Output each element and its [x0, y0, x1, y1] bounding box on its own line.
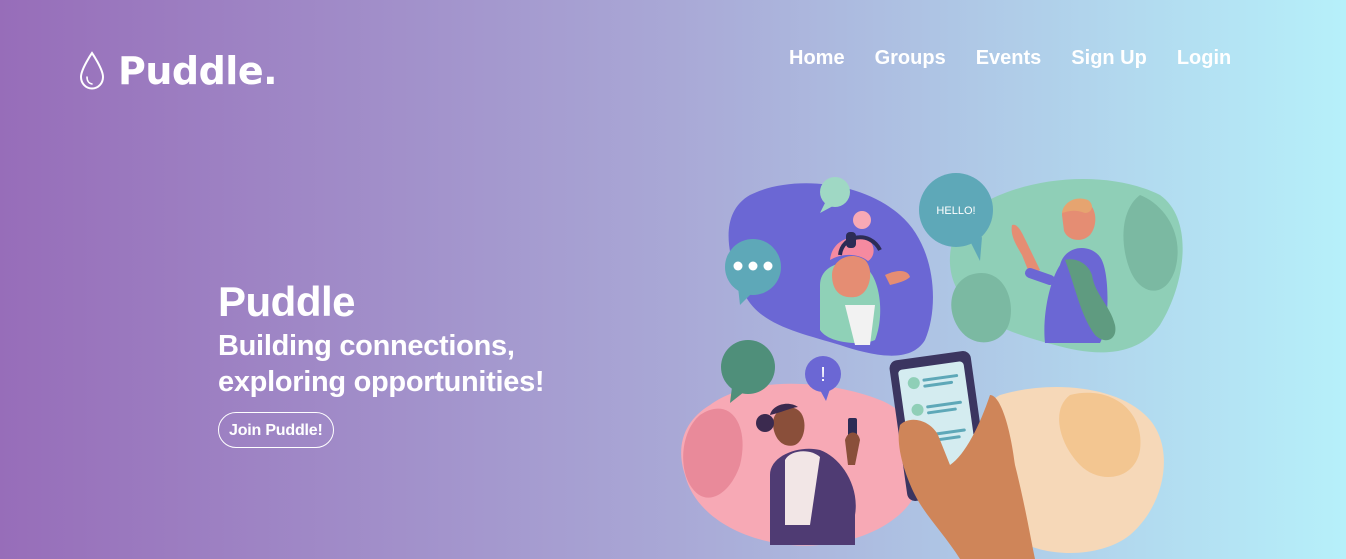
hero-subtitle: Building connections, exploring opportun…	[218, 330, 545, 398]
brand-logo[interactable]: Puddle.	[78, 46, 278, 96]
main-nav: Home Groups Events Sign Up Login	[789, 43, 1231, 73]
phone-in-hand	[889, 351, 1035, 559]
nav-sign-up[interactable]: Sign Up	[1071, 43, 1147, 73]
hero-title: Puddle	[218, 278, 356, 325]
alert-text: !	[820, 364, 826, 386]
landing-page: Puddle. Home Groups Events Sign Up Login…	[0, 0, 1346, 559]
dark-green-bubble	[721, 340, 775, 394]
brand-name: Puddle.	[118, 49, 278, 93]
nav-home[interactable]: Home	[789, 43, 845, 73]
small-green-bubble	[820, 177, 850, 207]
hero-section: Puddle Building connections, exploring o…	[218, 278, 578, 448]
nav-login[interactable]: Login	[1177, 43, 1231, 73]
join-puddle-button[interactable]: Join Puddle!	[218, 412, 334, 448]
water-drop-icon	[79, 51, 105, 90]
nav-events[interactable]: Events	[976, 43, 1042, 73]
nav-groups[interactable]: Groups	[875, 43, 946, 73]
community-illustration: HELLO! !	[681, 173, 1183, 559]
hello-text: HELLO!	[936, 205, 975, 217]
